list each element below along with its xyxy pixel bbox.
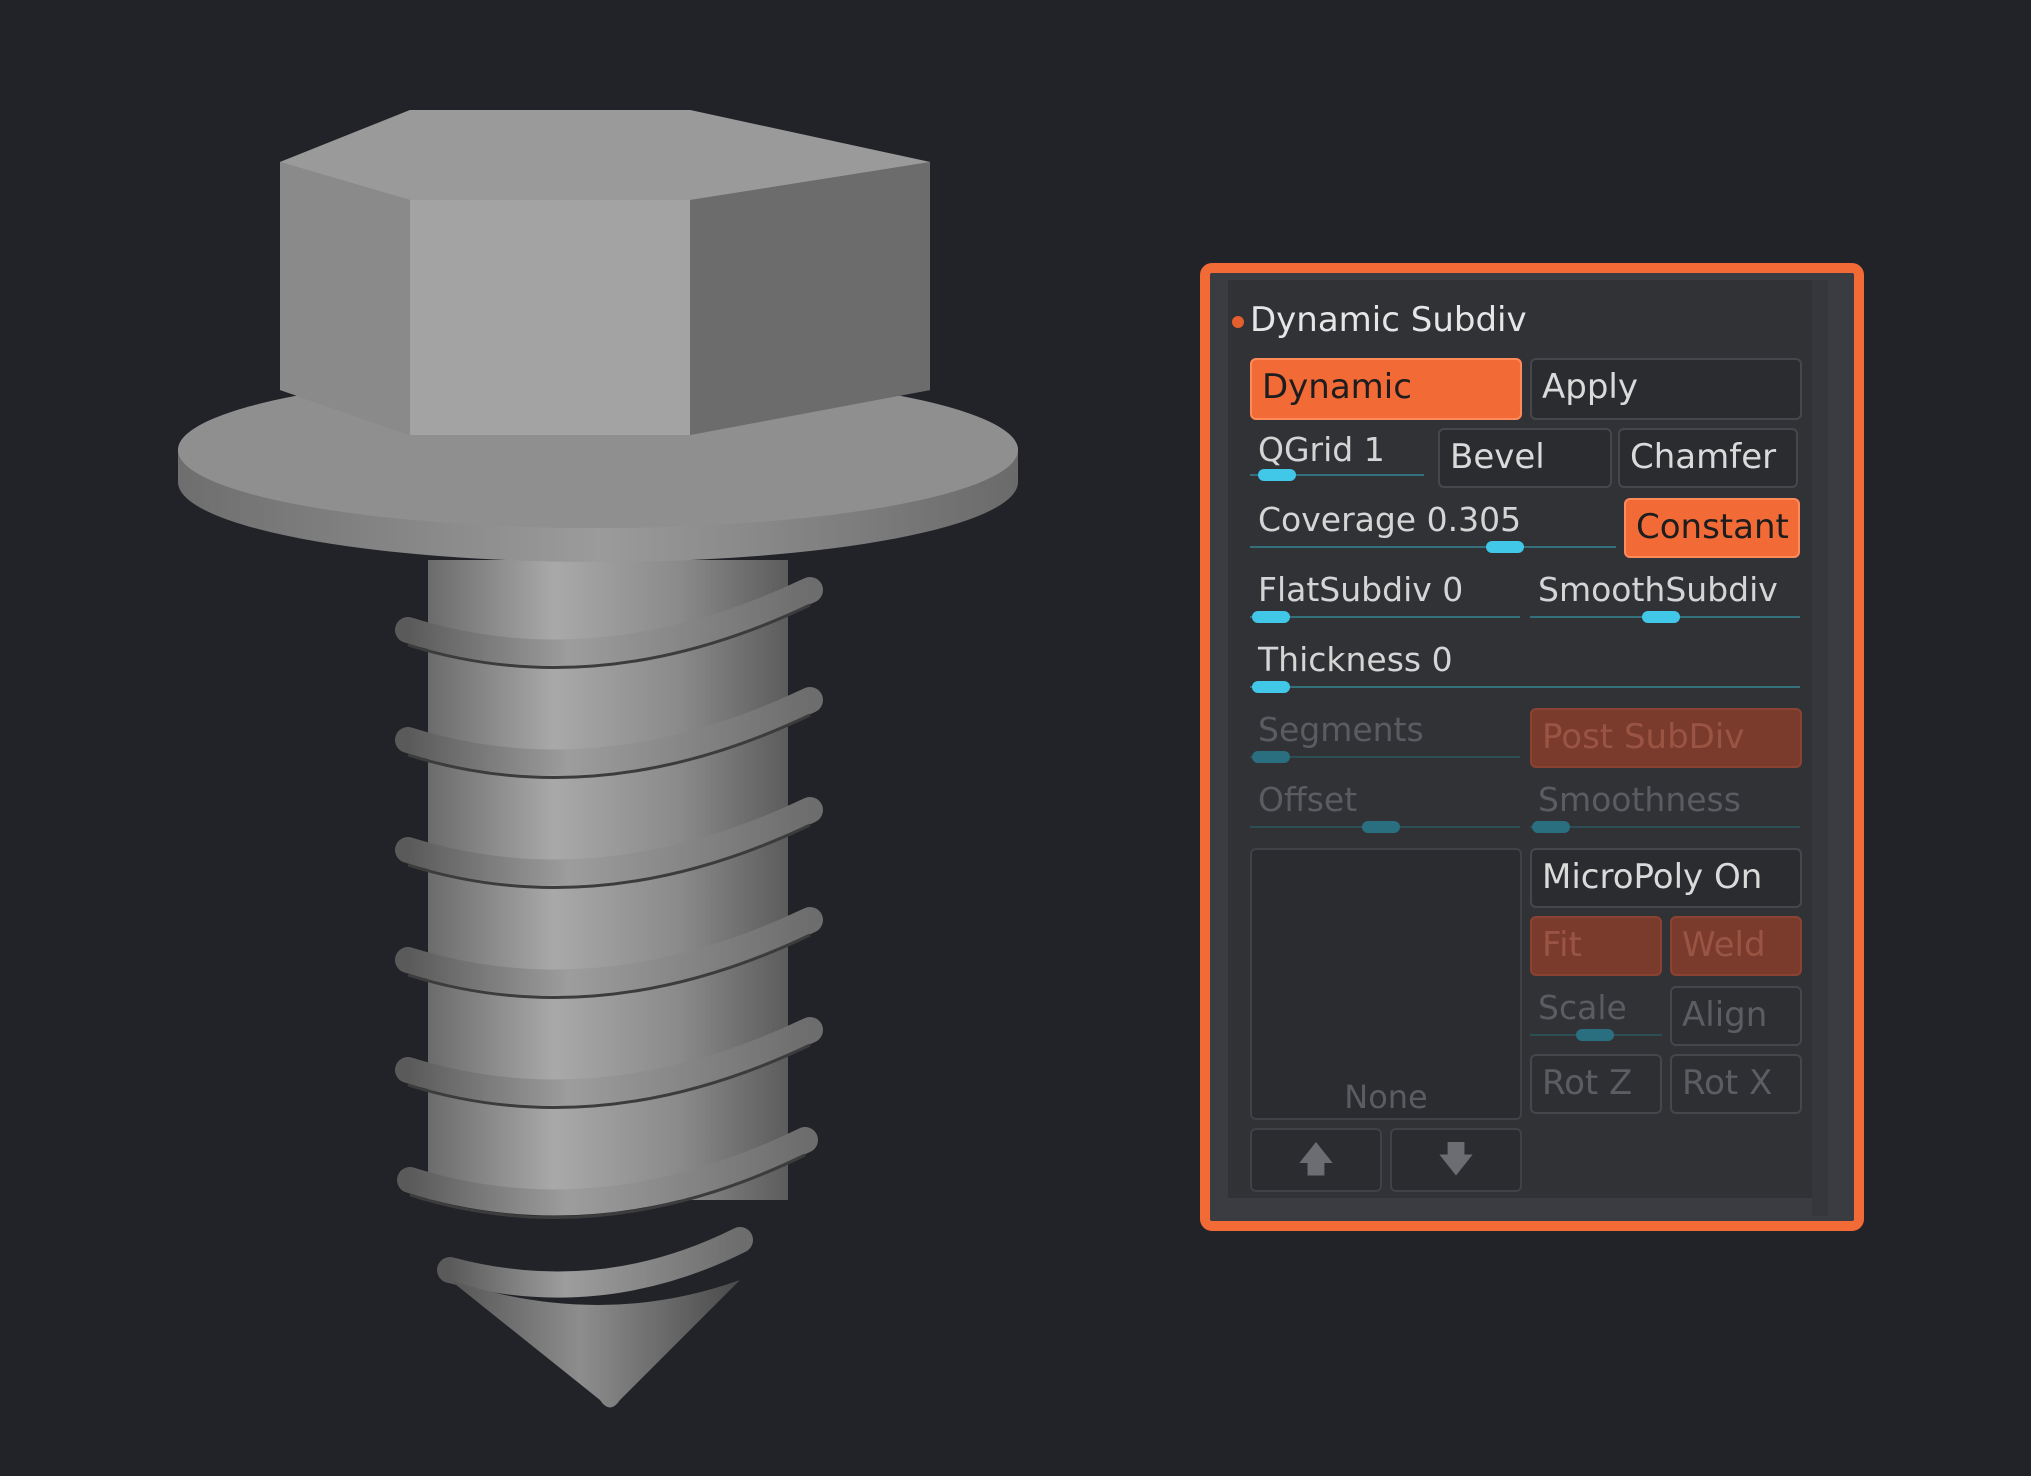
viewport: Dynamic Subdiv Dynamic Apply QGrid 1 Bev… xyxy=(0,0,2031,1476)
flatsubdiv-slider[interactable]: FlatSubdiv 0 xyxy=(1250,566,1520,628)
scale-slider[interactable]: Scale xyxy=(1530,984,1662,1046)
rot-x-button[interactable]: Rot X xyxy=(1670,1054,1802,1114)
thickness-value: 0 xyxy=(1431,640,1453,679)
move-up-button[interactable]: 🡅 xyxy=(1250,1128,1382,1192)
panel-title[interactable]: Dynamic Subdiv xyxy=(1232,300,1527,340)
smoothness-knob[interactable] xyxy=(1532,821,1570,833)
segments-label: Segments xyxy=(1258,710,1424,749)
panel-bottom-bar xyxy=(1228,1198,1812,1216)
coverage-track xyxy=(1250,546,1616,548)
flatsubdiv-knob[interactable] xyxy=(1252,611,1290,623)
texture-slot[interactable]: None xyxy=(1250,848,1522,1120)
screw-model xyxy=(178,110,1018,1408)
offset-knob[interactable] xyxy=(1362,821,1400,833)
dynamic-button[interactable]: Dynamic xyxy=(1250,358,1522,420)
thickness-track xyxy=(1250,686,1800,688)
segments-knob[interactable] xyxy=(1252,751,1290,763)
panel-title-text: Dynamic Subdiv xyxy=(1250,300,1527,340)
scale-knob[interactable] xyxy=(1576,1029,1614,1041)
rot-z-button[interactable]: Rot Z xyxy=(1530,1054,1662,1114)
flatsubdiv-track xyxy=(1250,616,1520,618)
arrow-up-icon: 🡅 xyxy=(1297,1139,1335,1180)
smoothness-label: Smoothness xyxy=(1538,780,1741,819)
coverage-slider[interactable]: Coverage 0.305 xyxy=(1250,496,1616,558)
fit-button[interactable]: Fit xyxy=(1530,916,1662,976)
move-down-button[interactable]: 🡇 xyxy=(1390,1128,1522,1192)
dynamic-subdiv-panel: Dynamic Subdiv Dynamic Apply QGrid 1 Bev… xyxy=(1216,280,1828,1216)
flatsubdiv-label: FlatSubdiv 0 xyxy=(1258,570,1464,609)
smoothsubdiv-slider[interactable]: SmoothSubdiv xyxy=(1530,566,1800,628)
smoothness-track xyxy=(1530,826,1800,828)
qgrid-label: QGrid 1 xyxy=(1258,430,1385,469)
coverage-label: Coverage 0.305 xyxy=(1258,500,1522,539)
thickness-knob[interactable] xyxy=(1252,681,1290,693)
coverage-value: 0.305 xyxy=(1426,500,1522,539)
smoothsubdiv-label: SmoothSubdiv xyxy=(1538,570,1778,609)
offset-label: Offset xyxy=(1258,780,1358,819)
align-button[interactable]: Align xyxy=(1670,986,1802,1046)
qgrid-slider[interactable]: QGrid 1 xyxy=(1250,426,1424,488)
thickness-slider[interactable]: Thickness 0 xyxy=(1250,636,1800,698)
micropoly-on-button[interactable]: MicroPoly On xyxy=(1530,848,1802,908)
smoothness-slider[interactable]: Smoothness xyxy=(1530,776,1800,838)
qgrid-value: 1 xyxy=(1363,430,1385,469)
bullet-dot-icon xyxy=(1232,316,1244,328)
scale-label: Scale xyxy=(1538,988,1627,1027)
apply-button[interactable]: Apply xyxy=(1530,358,1802,420)
constant-button[interactable]: Constant xyxy=(1624,498,1800,558)
arrow-down-icon: 🡇 xyxy=(1437,1139,1475,1180)
texture-none-label: None xyxy=(1344,1078,1428,1116)
post-subdiv-button[interactable]: Post SubDiv xyxy=(1530,708,1802,768)
offset-slider[interactable]: Offset xyxy=(1250,776,1520,838)
chamfer-button[interactable]: Chamfer xyxy=(1618,428,1798,488)
segments-slider[interactable]: Segments xyxy=(1250,706,1520,768)
flatsubdiv-value: 0 xyxy=(1442,570,1464,609)
segments-track xyxy=(1250,756,1520,758)
coverage-knob[interactable] xyxy=(1486,541,1524,553)
weld-button[interactable]: Weld xyxy=(1670,916,1802,976)
qgrid-knob[interactable] xyxy=(1258,469,1296,481)
bevel-button[interactable]: Bevel xyxy=(1438,428,1612,488)
smoothsubdiv-knob[interactable] xyxy=(1642,611,1680,623)
thickness-label: Thickness 0 xyxy=(1258,640,1453,679)
